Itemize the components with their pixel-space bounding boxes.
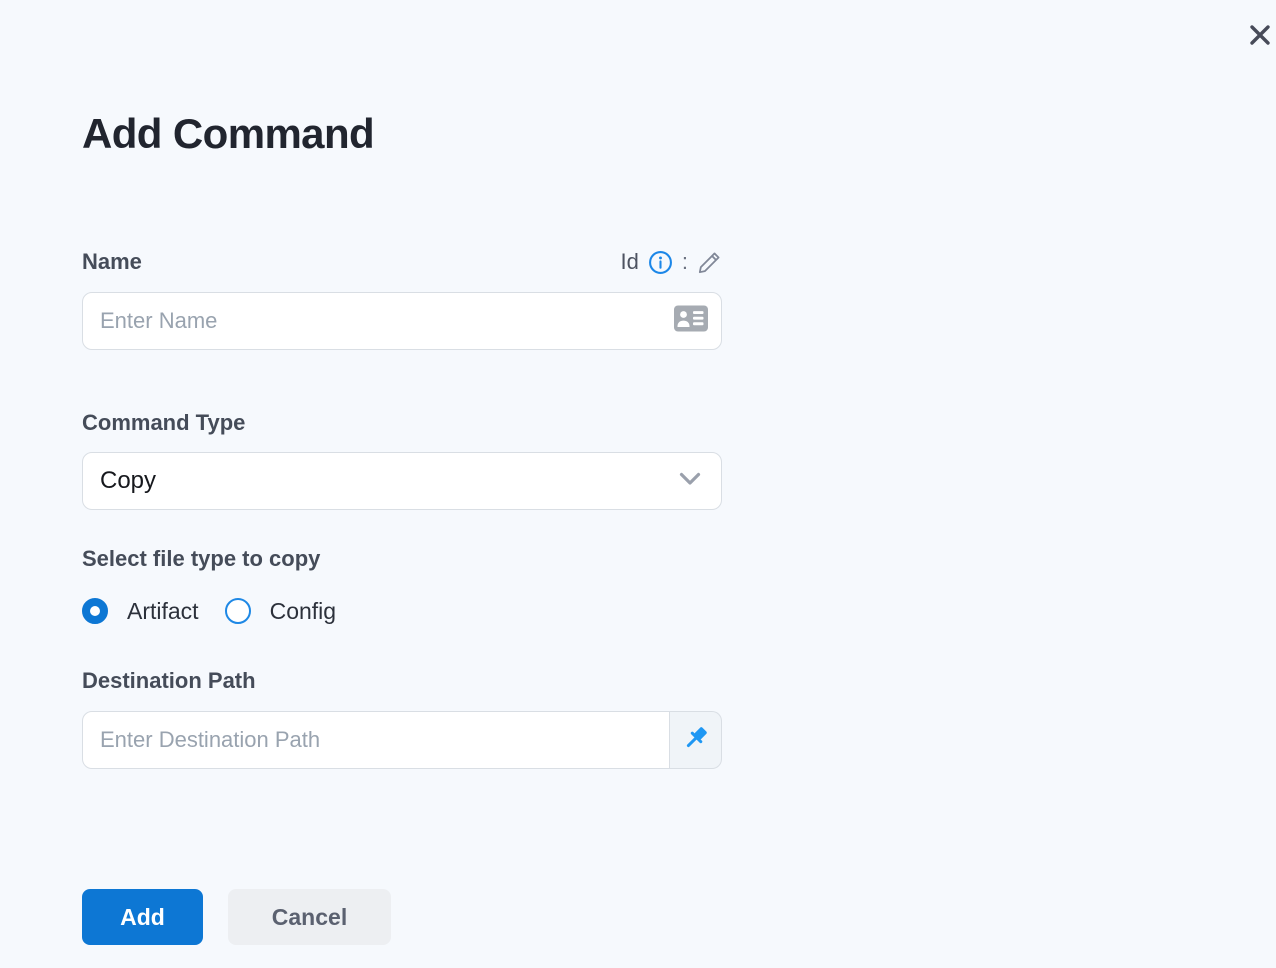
destination-input-group <box>82 711 722 769</box>
pencil-icon[interactable] <box>697 250 722 275</box>
radio-label-artifact: Artifact <box>127 597 199 624</box>
command-type-label: Command Type <box>82 410 246 435</box>
name-field-header: Name Id : <box>82 248 722 276</box>
name-input-wrap <box>82 292 722 350</box>
page-title: Add Command <box>82 110 375 157</box>
close-icon <box>1247 22 1273 53</box>
add-button[interactable]: Add <box>82 889 203 945</box>
pin-addon-button[interactable] <box>670 711 722 769</box>
close-button[interactable] <box>1246 23 1274 51</box>
add-command-form: Name Id : Enter Name Command Type Copy S… <box>82 248 722 945</box>
pushpin-icon <box>681 723 711 758</box>
id-label: Id <box>620 249 639 274</box>
command-type-value: Copy <box>100 467 157 494</box>
chevron-down-icon <box>679 472 701 491</box>
radio-option-artifact[interactable]: Artifact <box>82 598 199 625</box>
destination-path-label: Destination Path <box>82 668 256 693</box>
radio-selected-icon[interactable] <box>82 598 108 624</box>
command-type-select[interactable]: Copy <box>82 452 722 510</box>
name-input[interactable] <box>82 292 722 350</box>
form-actions: Add Cancel <box>82 889 722 945</box>
cancel-button[interactable]: Cancel <box>228 889 391 945</box>
id-card-icon <box>673 304 709 339</box>
add-command-panel: Add Command Name Id : Enter Name Command… <box>0 0 1276 968</box>
file-type-radio-group: Artifact Config <box>82 596 722 626</box>
id-colon: : <box>681 249 688 274</box>
radio-option-config[interactable]: Config <box>224 597 337 625</box>
id-group: Id : <box>621 249 722 275</box>
destination-path-input[interactable] <box>82 711 670 769</box>
name-label: Name <box>82 249 142 274</box>
info-circle-icon[interactable] <box>648 250 673 275</box>
radio-label-config: Config <box>269 597 337 624</box>
file-type-label: Select file type to copy <box>82 546 321 571</box>
radio-unselected-icon[interactable] <box>224 598 251 624</box>
